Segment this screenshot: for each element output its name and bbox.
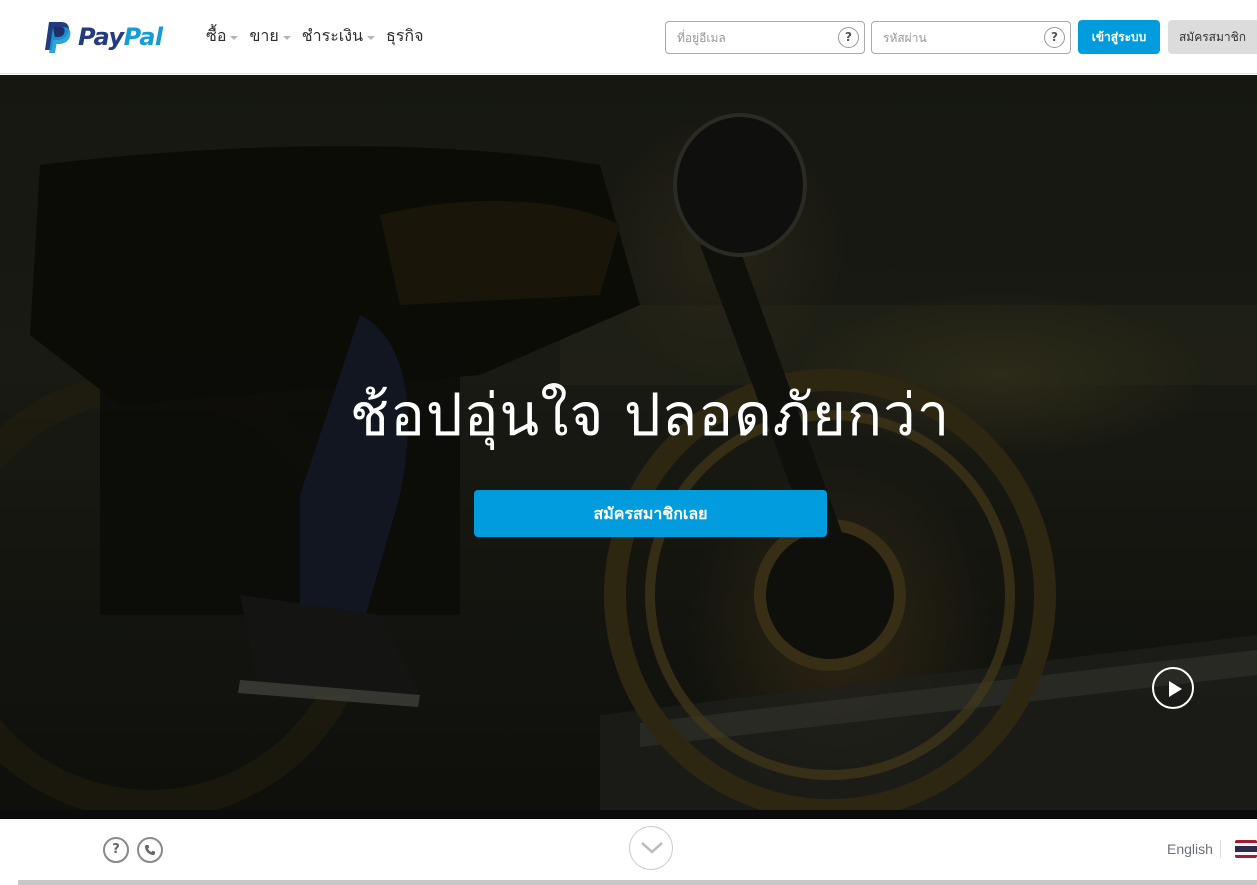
wordmark-pay: Pay — [78, 23, 124, 51]
paypal-mark-icon — [45, 22, 71, 53]
login-button[interactable]: เข้าสู่ระบบ — [1078, 20, 1160, 54]
hero-headline: ช้อปอุ่นใจ ปลอดภัยกว่า — [349, 381, 951, 449]
nav-item-label: ชำระเงิน — [301, 25, 364, 45]
paypal-wordmark: PayPal — [78, 23, 163, 51]
thailand-flag-icon[interactable] — [1235, 840, 1257, 858]
password-field-wrapper: ? — [871, 21, 1071, 54]
nav-item-pay[interactable]: ชำระเงิน — [301, 24, 376, 49]
help-icon[interactable]: ? — [103, 837, 129, 863]
hero-signup-button[interactable]: สมัครสมาชิกเลย — [474, 490, 827, 537]
hero-banner: ช้อปอุ่นใจ ปลอดภัยกว่า สมัครสมาชิกเลย — [0, 75, 1257, 810]
hero-bottom-edge — [0, 810, 1257, 819]
nav-item-label: ซื้อ — [206, 25, 227, 45]
flag-stripe — [1235, 855, 1257, 858]
nav-item-label: ธุรกิจ — [386, 25, 424, 45]
signup-button[interactable]: สมัครสมาชิก — [1168, 20, 1257, 54]
email-field-wrapper: ? — [665, 21, 865, 54]
scroll-down-button[interactable] — [629, 826, 673, 870]
main-nav: ซื้อ ขาย ชำระเงิน ธุรกิจ — [206, 24, 434, 48]
language-divider — [1220, 840, 1221, 858]
email-help-icon[interactable]: ? — [838, 27, 859, 48]
play-triangle-icon — [1169, 681, 1182, 697]
wordmark-pal: Pal — [123, 23, 163, 51]
chevron-down-icon — [282, 35, 291, 40]
email-field[interactable] — [666, 22, 864, 53]
chevron-down-icon — [641, 842, 663, 854]
play-icon[interactable] — [1152, 667, 1194, 709]
paypal-logo[interactable]: PayPal — [42, 19, 163, 55]
phone-icon[interactable] — [137, 837, 163, 863]
top-header: PayPal ซื้อ ขาย ชำระเงิน ธุรกิจ ? ? เข้า… — [0, 0, 1257, 74]
phone-glyph-icon — [145, 845, 155, 855]
nav-item-buy[interactable]: ซื้อ — [206, 24, 239, 49]
horizontal-scrollbar[interactable] — [18, 880, 1257, 885]
chevron-down-icon — [367, 35, 376, 40]
password-help-icon[interactable]: ? — [1044, 27, 1065, 48]
chevron-down-icon — [230, 35, 239, 40]
bottom-bar: ? English — [0, 819, 1257, 885]
nav-item-sell[interactable]: ขาย — [249, 24, 291, 49]
nav-item-business[interactable]: ธุรกิจ — [386, 24, 423, 49]
nav-item-label: ขาย — [249, 25, 279, 45]
language-link-english[interactable]: English — [1167, 841, 1213, 857]
password-field[interactable] — [872, 22, 1070, 53]
